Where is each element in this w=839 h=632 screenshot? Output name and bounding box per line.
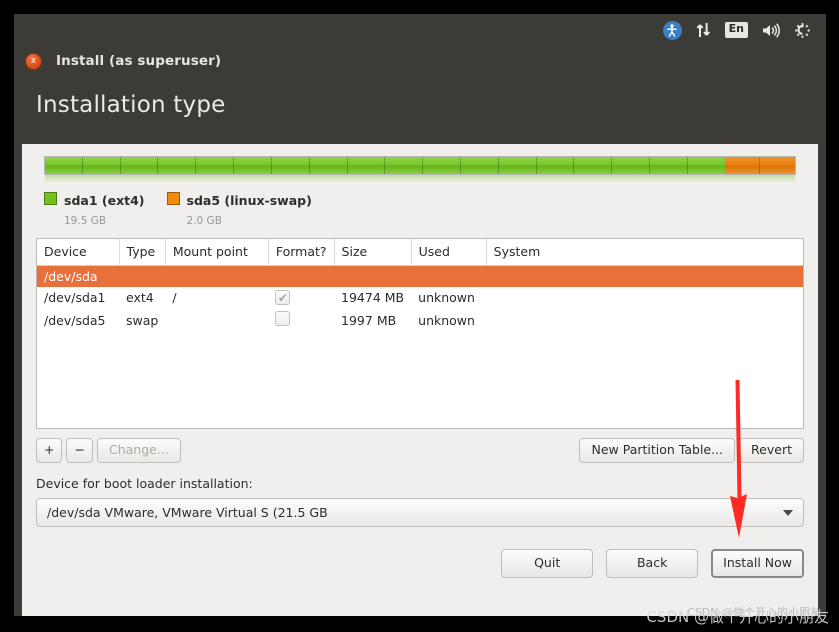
row-format-cell: ✔	[268, 287, 334, 309]
keyboard-layout-label: En	[724, 22, 748, 38]
bootloader-label: Device for boot loader installation:	[36, 476, 253, 492]
accessibility-icon[interactable]	[656, 14, 689, 46]
volume-icon[interactable]	[755, 14, 787, 46]
bootloader-device-select[interactable]: /dev/sda VMware, VMware Virtual S (21.5 …	[36, 498, 804, 528]
change-partition-button[interactable]: Change...	[96, 437, 181, 464]
bootloader-device-value: /dev/sda VMware, VMware Virtual S (21.5 …	[47, 505, 328, 521]
row-size: 1997 MB	[341, 312, 397, 328]
row-device-label: /dev/sda	[37, 265, 803, 287]
partition-bar-container	[36, 156, 804, 183]
revert-button[interactable]: Revert	[739, 437, 804, 464]
installer-window: x Install (as superuser) Installation ty…	[14, 46, 826, 616]
partition-bar-ticks	[725, 157, 795, 174]
row-device: /dev/sda1	[44, 289, 106, 305]
column-header-format[interactable]: Format?	[268, 238, 335, 266]
dialog-action-bar: Quit Back Install Now	[36, 549, 804, 579]
row-used: unknown	[418, 289, 475, 305]
column-header-device[interactable]: Device	[37, 238, 120, 266]
back-button[interactable]: Back	[606, 549, 699, 579]
legend-label: sda1 (ext4)	[64, 193, 145, 208]
page-title: Installation type	[36, 92, 226, 118]
row-type: ext4	[126, 289, 154, 305]
row-format-cell	[268, 308, 334, 332]
partition-bar-segment-sda1[interactable]	[45, 157, 725, 174]
remove-partition-button[interactable]: −	[66, 437, 93, 464]
column-header-used[interactable]: Used	[411, 238, 487, 266]
close-icon[interactable]: x	[25, 52, 42, 70]
legend-item-sda1: sda1 (ext4) 19.5 GB	[44, 190, 145, 229]
accessibility-circle	[662, 20, 682, 40]
table-row[interactable]: /dev/sda5 swap 1997 MB unknown	[37, 308, 803, 332]
legend-item-sda5: sda5 (linux-swap) 2.0 GB	[166, 190, 312, 229]
column-header-size[interactable]: Size	[334, 238, 412, 266]
row-device: /dev/sda5	[44, 312, 106, 328]
legend-label: sda5 (linux-swap)	[186, 193, 312, 208]
table-row[interactable]: /dev/sda	[37, 265, 803, 287]
window-titlebar: x Install (as superuser)	[14, 46, 826, 76]
system-menu-icon[interactable]	[787, 14, 818, 46]
partition-edit-left-group: + − Change...	[36, 437, 181, 464]
partition-table: Device Type Mount point Format? Size Use…	[37, 238, 803, 333]
keyboard-layout-indicator[interactable]: En	[718, 14, 755, 46]
window-title: Install (as superuser)	[56, 53, 222, 69]
partition-bar-ticks	[45, 157, 725, 174]
install-now-button[interactable]: Install Now	[711, 549, 804, 579]
quit-button[interactable]: Quit	[501, 549, 594, 579]
legend-swatch-icon	[166, 192, 180, 205]
row-used: unknown	[418, 312, 475, 328]
partition-bar-reflection	[45, 175, 795, 183]
row-system	[486, 287, 803, 309]
legend-size: 2.0 GB	[186, 215, 222, 227]
column-header-type[interactable]: Type	[119, 238, 166, 266]
partition-legend: sda1 (ext4) 19.5 GB sda5 (linux-swap) 2.…	[36, 183, 804, 229]
add-partition-button[interactable]: +	[36, 437, 63, 464]
new-partition-table-button[interactable]: New Partition Table...	[579, 437, 736, 464]
format-checkbox[interactable]: ✔	[275, 290, 291, 306]
table-header-row: Device Type Mount point Format? Size Use…	[37, 238, 803, 266]
legend-swatch-icon	[44, 192, 57, 205]
checkbox-check-icon: ✔	[277, 290, 288, 305]
row-mount-point: /	[172, 289, 177, 305]
format-checkbox[interactable]	[275, 311, 291, 327]
installer-content-panel: sda1 (ext4) 19.5 GB sda5 (linux-swap) 2.…	[22, 144, 818, 616]
row-mount-point	[165, 308, 268, 332]
legend-size: 19.5 GB	[64, 215, 107, 227]
desktop-top-panel: En	[14, 14, 826, 46]
gear-power-glyph	[795, 22, 810, 38]
partition-edit-toolbar: + − Change... New Partition Table... Rev…	[36, 437, 804, 464]
network-icon[interactable]	[689, 14, 718, 46]
row-size: 19474 MB	[341, 289, 405, 305]
chevron-down-icon	[783, 509, 793, 516]
column-header-mount-point[interactable]: Mount point	[165, 238, 269, 266]
accessibility-person-glyph	[667, 23, 677, 37]
network-updown-arrows-glyph	[696, 23, 710, 37]
table-row[interactable]: /dev/sda1 ext4 / ✔ 19474 MB unknown	[37, 287, 803, 309]
watermark-text: CSDN @做个开心的小朋友	[646, 608, 829, 626]
close-icon-glyph: x	[30, 55, 37, 66]
row-system	[486, 308, 803, 332]
partition-bar-segment-sda5[interactable]	[724, 157, 795, 174]
partition-usage-bar[interactable]	[44, 156, 796, 175]
partition-edit-right-group: New Partition Table... Revert	[579, 437, 804, 464]
column-header-system[interactable]: System	[486, 238, 803, 266]
speaker-glyph	[763, 22, 780, 38]
partition-table-container[interactable]: Device Type Mount point Format? Size Use…	[36, 237, 804, 429]
row-type: swap	[126, 312, 159, 328]
